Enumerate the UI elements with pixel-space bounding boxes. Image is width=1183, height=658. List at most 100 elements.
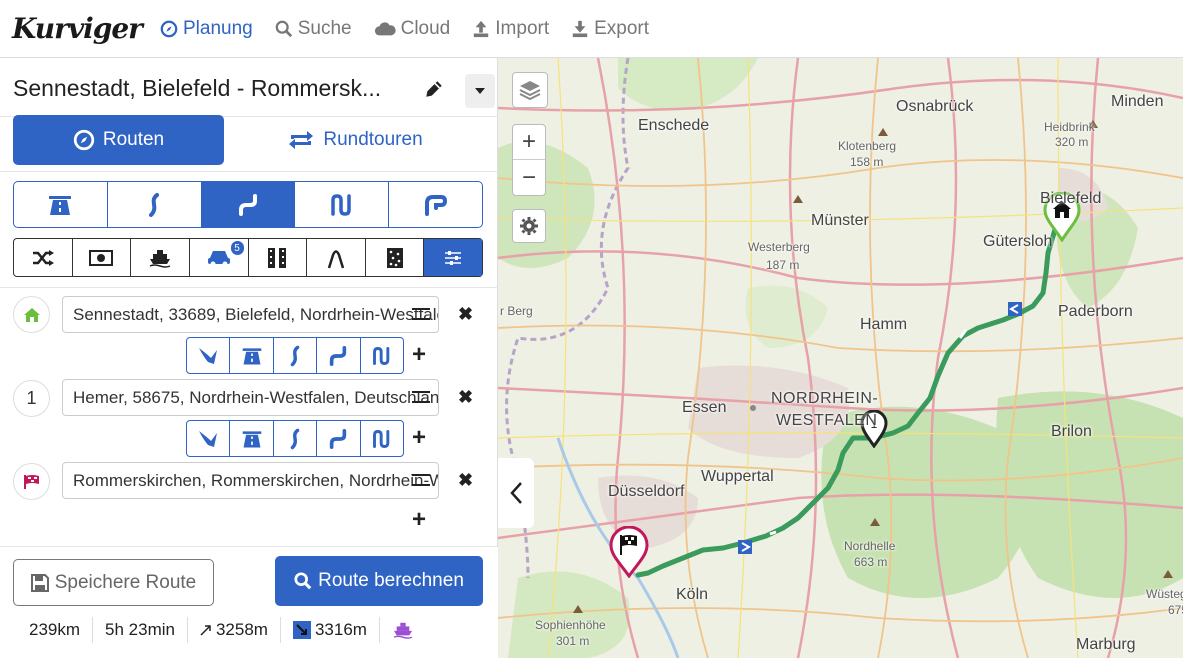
nav-cloud[interactable]: Cloud xyxy=(374,18,450,40)
option-narrow-road-button[interactable] xyxy=(307,239,366,276)
waypoint-end-marker[interactable] xyxy=(13,463,50,500)
map-label-minden: Minden xyxy=(1111,93,1164,110)
add-waypoint-button[interactable]: + xyxy=(412,424,426,452)
segment-direct-button[interactable] xyxy=(187,338,231,373)
map-label-muenster: Münster xyxy=(811,212,869,229)
map-label-hamm: Hamm xyxy=(860,316,908,333)
curviness-slight-button[interactable] xyxy=(108,182,202,227)
map-view[interactable]: 1 Osnabrück Minden Enschede Heidbrink 32… xyxy=(498,58,1183,658)
checkered-flag-icon xyxy=(23,474,39,489)
nav-suche-label: Suche xyxy=(297,18,352,39)
map-label-enschede: Enschede xyxy=(638,117,710,134)
waypoint-start-input[interactable]: Sennestadt, 33689, Bielefeld, Nordrhein-… xyxy=(62,296,439,333)
waypoint-1-input[interactable]: Hemer, 58675, Nordrhein-Westfalen, Deuts… xyxy=(62,379,439,416)
descent-value: 3316m xyxy=(314,620,367,639)
route-title-row: Sennestadt, Bielefeld - Rommersk... xyxy=(13,68,495,108)
route-panel: Sennestadt, Bielefeld - Rommersk... Rout… xyxy=(0,58,498,658)
waypoint-start-marker[interactable] xyxy=(13,296,50,333)
map-label-marburg: Marburg xyxy=(1076,636,1136,653)
tab-routen-label: Routen xyxy=(102,129,165,150)
remove-waypoint-icon[interactable]: ✖ xyxy=(458,387,474,408)
calculate-route-button[interactable]: Route berechnen xyxy=(275,556,483,606)
zoom-out-button[interactable]: − xyxy=(513,160,545,195)
curviness-curvy-button[interactable] xyxy=(201,182,296,227)
zoom-control: + − xyxy=(512,124,546,196)
collapse-panel-button[interactable] xyxy=(498,458,534,528)
waypoint-end-input[interactable]: Rommerskirchen, Rommerskirchen, Nordrhei… xyxy=(62,462,439,499)
pencil-icon[interactable] xyxy=(423,78,445,100)
slight-curve-icon xyxy=(149,192,160,217)
save-route-button[interactable]: Speichere Route xyxy=(13,559,214,606)
ship-icon xyxy=(149,249,171,268)
floppy-disk-icon xyxy=(30,573,49,592)
car-icon xyxy=(207,250,230,266)
sliders-icon xyxy=(445,250,462,265)
waypoint-1-marker[interactable]: 1 xyxy=(13,380,50,417)
map-settings-button[interactable] xyxy=(512,209,546,243)
route-title[interactable]: Sennestadt, Bielefeld - Rommersk... xyxy=(13,75,413,102)
extreme-curvy-road-icon xyxy=(424,194,447,216)
waypoint-1-number: 1 xyxy=(26,388,37,408)
loop-arrows-icon xyxy=(289,131,314,149)
map-label-klotenberg-height: 158 m xyxy=(850,155,884,169)
segment-fastest-button[interactable] xyxy=(230,338,274,373)
tab-rundtouren[interactable]: Rundtouren xyxy=(230,115,480,165)
calculate-route-label: Route berechnen xyxy=(318,570,464,591)
option-toll-button[interactable] xyxy=(73,239,132,276)
segment-direct-button[interactable] xyxy=(187,421,231,456)
nav-suche[interactable]: Suche xyxy=(275,18,352,40)
curviness-fastest-button[interactable] xyxy=(14,182,108,227)
option-ferry-button[interactable] xyxy=(131,239,190,276)
map-label-koeln: Köln xyxy=(676,586,709,603)
add-waypoint-button[interactable]: + xyxy=(412,506,426,534)
tab-routen[interactable]: Routen xyxy=(13,115,224,165)
map-label-osnabrueck: Osnabrück xyxy=(896,98,974,115)
map-label-westerberg: Westerberg xyxy=(748,240,810,254)
swallow-icon xyxy=(199,347,218,364)
layers-icon xyxy=(519,81,541,101)
chevron-left-icon xyxy=(510,482,522,504)
app-logo[interactable]: Kurviger xyxy=(12,12,143,45)
map-label-nrw-line1: NORDRHEIN- xyxy=(771,390,879,407)
stat-ferry[interactable] xyxy=(380,617,426,643)
curviness-very-curvy-button[interactable] xyxy=(295,182,390,227)
option-badge: 5 xyxy=(230,241,244,255)
add-waypoint-button[interactable]: + xyxy=(412,341,426,369)
segment-very-curvy-button[interactable] xyxy=(361,421,403,456)
option-tunnel-button[interactable] xyxy=(249,239,308,276)
route-menu-button[interactable] xyxy=(465,74,495,108)
remove-waypoint-icon[interactable]: ✖ xyxy=(458,470,474,491)
option-unpaved-button[interactable] xyxy=(366,239,425,276)
option-settings-button[interactable] xyxy=(424,239,482,276)
option-car-button[interactable]: 5 xyxy=(190,239,249,276)
map-label-bielefeld: Bielefeld xyxy=(1040,190,1102,207)
search-icon xyxy=(275,20,292,38)
segment-very-curvy-button[interactable] xyxy=(361,338,403,373)
segment-curvy-button[interactable] xyxy=(317,421,361,456)
compass-icon xyxy=(160,20,178,38)
very-curvy-road-icon xyxy=(331,193,351,216)
end-map-marker[interactable] xyxy=(609,526,649,578)
segment-curvy-button[interactable] xyxy=(317,338,361,373)
map-label-nordhelle-height: 663 m xyxy=(854,555,888,569)
money-icon xyxy=(89,249,114,266)
drag-handle-icon[interactable] xyxy=(412,308,430,320)
segment-slight-button[interactable] xyxy=(274,421,318,456)
nav-import[interactable]: Import xyxy=(472,18,549,40)
remove-waypoint-icon[interactable]: ✖ xyxy=(458,304,474,325)
upload-icon xyxy=(474,20,489,38)
option-shuffle-button[interactable] xyxy=(14,239,73,276)
layers-button[interactable] xyxy=(512,72,548,108)
drag-handle-icon[interactable] xyxy=(412,391,430,403)
curvy-road-icon xyxy=(238,193,257,216)
divider xyxy=(0,287,498,288)
zoom-in-button[interactable]: + xyxy=(513,125,545,160)
swallow-icon xyxy=(199,430,218,447)
map-label-sophienhoehe: Sophienhöhe xyxy=(535,618,606,632)
drag-handle-icon[interactable] xyxy=(412,474,430,486)
nav-export[interactable]: Export xyxy=(571,18,649,40)
curviness-extreme-button[interactable] xyxy=(389,182,482,227)
segment-slight-button[interactable] xyxy=(274,338,318,373)
nav-planung[interactable]: Planung xyxy=(160,18,253,40)
segment-fastest-button[interactable] xyxy=(230,421,274,456)
